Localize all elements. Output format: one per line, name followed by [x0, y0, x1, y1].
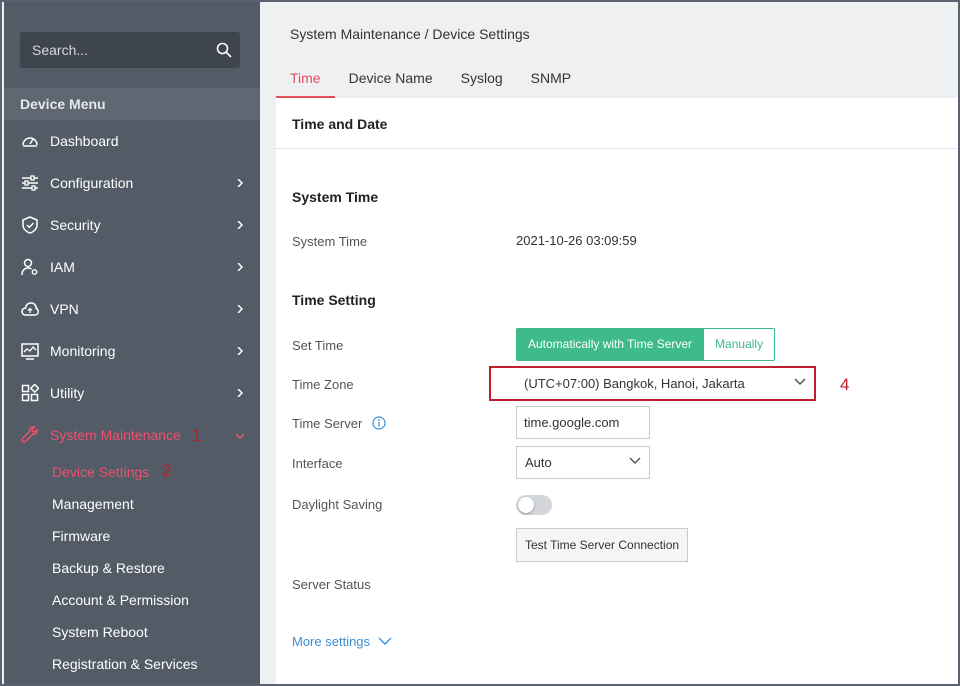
set-time-toggle-group: Automatically with Time Server Manually [516, 328, 776, 361]
system-time-label: System Time [292, 234, 368, 249]
tab-snmp[interactable]: SNMP [517, 64, 585, 98]
submenu-item-management[interactable]: Management [52, 488, 134, 520]
sidebar-item-configuration[interactable]: Configuration [4, 162, 260, 204]
tab-device-name[interactable]: Device Name [335, 64, 447, 98]
tab-time[interactable]: Time [276, 64, 335, 98]
sidebar-item-label: Utility [50, 385, 85, 401]
system-time-value: 2021-10-26 03:09:59 [516, 233, 637, 248]
sidebar-item-label: IAM [50, 259, 75, 275]
submenu-item-device-settings[interactable]: Device Settings [52, 456, 149, 488]
app-window: Device Menu Dashboard Configuration Secu… [0, 0, 960, 686]
annotation-marker: 1 [192, 426, 202, 445]
interface-value: Auto [525, 455, 552, 470]
settings-panel: Time and Date System Time System Time 20… [276, 98, 958, 684]
sidebar-item-dashboard[interactable]: Dashboard [4, 120, 260, 162]
section-heading-time-setting: Time Setting [292, 292, 376, 308]
chevron-right-icon [237, 221, 244, 229]
chevron-down-icon [378, 637, 392, 645]
sidebar-item-monitoring[interactable]: Monitoring [4, 330, 260, 372]
interface-select[interactable]: Auto [516, 446, 650, 479]
search-icon[interactable] [216, 42, 232, 58]
sidebar: Device Menu Dashboard Configuration Secu… [4, 2, 260, 684]
toggle-knob [518, 497, 534, 513]
device-menu-heading: Device Menu [4, 88, 260, 120]
more-settings-label: More settings [292, 634, 371, 649]
chevron-down-icon [629, 457, 641, 465]
time-zone-label: Time Zone [292, 377, 354, 392]
search-box [20, 32, 240, 68]
chevron-right-icon [237, 305, 244, 313]
info-icon[interactable] [372, 416, 386, 430]
section-heading-system-time: System Time [292, 189, 379, 205]
set-time-label: Set Time [292, 338, 344, 353]
sliders-icon [20, 173, 40, 193]
dashboard-icon [20, 131, 40, 151]
submenu-item-firmware[interactable]: Firmware [52, 520, 110, 552]
submenu-item-backup-restore[interactable]: Backup & Restore [52, 552, 165, 584]
sidebar-item-security[interactable]: Security [4, 204, 260, 246]
chevron-right-icon [237, 179, 244, 187]
tab-syslog[interactable]: Syslog [447, 64, 517, 98]
chevron-down-icon [794, 378, 806, 386]
chevron-right-icon [237, 389, 244, 397]
test-time-server-button[interactable]: Test Time Server Connection [516, 528, 689, 562]
sidebar-item-system-maintenance[interactable]: System Maintenance [4, 414, 260, 456]
chevron-down-icon [236, 433, 244, 440]
divider [276, 148, 958, 149]
grid-icon [20, 383, 40, 403]
set-time-manual-option[interactable]: Manually [704, 328, 776, 361]
cloud-icon [20, 299, 40, 319]
search-input[interactable] [20, 32, 210, 68]
sidebar-item-label: Monitoring [50, 343, 116, 359]
sidebar-item-label: Dashboard [50, 133, 119, 149]
chevron-right-icon [237, 347, 244, 355]
time-server-label: Time Server [292, 416, 363, 431]
server-status-label: Server Status [292, 577, 371, 592]
daylight-saving-label: Daylight Saving [292, 497, 383, 512]
set-time-auto-option[interactable]: Automatically with Time Server [516, 328, 705, 361]
time-zone-select[interactable]: (UTC+07:00) Bangkok, Hanoi, Jakarta [516, 368, 814, 401]
time-zone-value: (UTC+07:00) Bangkok, Hanoi, Jakarta [524, 376, 745, 391]
sidebar-item-vpn[interactable]: VPN [4, 288, 260, 330]
sidebar-item-utility[interactable]: Utility [4, 372, 260, 414]
panel-title: Time and Date [292, 116, 388, 132]
daylight-saving-toggle[interactable] [516, 495, 552, 515]
interface-label: Interface [292, 456, 343, 471]
annotation-marker: 4 [840, 375, 850, 394]
more-settings-link[interactable]: More settings [292, 634, 392, 649]
user-gear-icon [20, 257, 40, 277]
sidebar-item-label: System Maintenance [50, 427, 181, 443]
sidebar-item-label: Configuration [50, 175, 134, 191]
wrench-icon [20, 425, 40, 445]
annotation-marker: 2 [162, 461, 172, 480]
submenu-item-registration-services[interactable]: Registration & Services [52, 648, 198, 680]
breadcrumb: System Maintenance / Device Settings [290, 26, 530, 42]
sidebar-item-label: Security [50, 217, 101, 233]
tab-bar: Time Device Name Syslog SNMP [276, 64, 585, 98]
monitor-icon [20, 341, 40, 361]
sidebar-item-iam[interactable]: IAM [4, 246, 260, 288]
sidebar-item-label: VPN [50, 301, 79, 317]
time-server-input[interactable] [516, 406, 650, 439]
submenu-item-system-reboot[interactable]: System Reboot [52, 616, 148, 648]
chevron-right-icon [237, 263, 244, 271]
submenu-item-account-permission[interactable]: Account & Permission [52, 584, 189, 616]
shield-icon [20, 215, 40, 235]
